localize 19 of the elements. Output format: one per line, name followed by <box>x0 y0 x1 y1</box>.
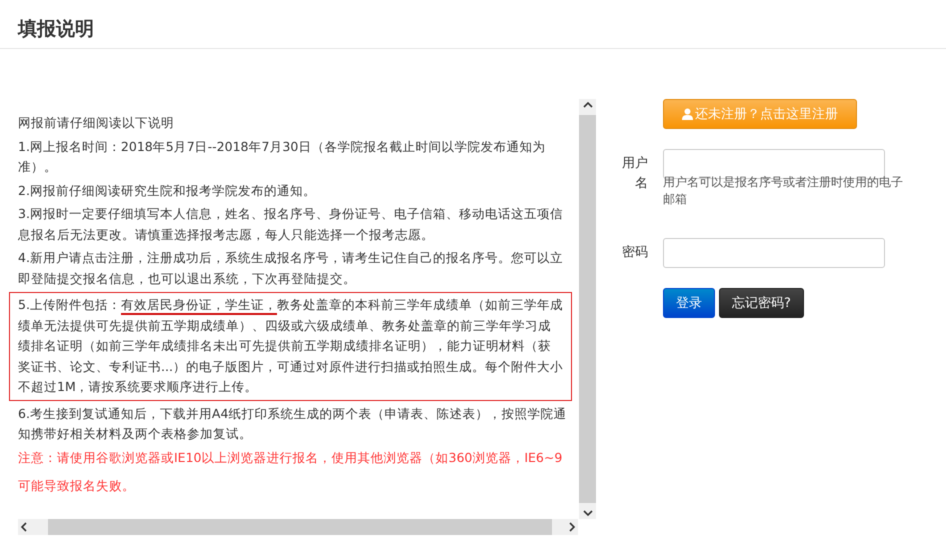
page-title: 填报说明 <box>0 0 946 49</box>
instruction-text: 2.网报前仔细阅读研究生院和报考学院发布的通知。 <box>18 182 317 200</box>
username-help-text: 用户名可以是报名序号或者注册时使用的电子邮箱 <box>663 174 904 208</box>
instruction-text: 4.新用户请点击注册，注册成功后，系统生成报名序号，请考生记住自己的报名序号。您可以立即登陆提交报名信息，也可以退出系统，下次再登陆提交。 <box>18 249 564 288</box>
user-icon <box>682 108 693 120</box>
warning-text: 可能导致报名失败。 <box>18 477 136 495</box>
instruction-text: 5.上传附件包括：有效居民身份证，学生证，教务处盖章的本科前三学年成绩单（如前三学年成绩单无法提供可先提供前五学期成绩单）、四级或六级成绩单、教务处盖章的前三学年学习成绩排名证明（如前三学年成绩排名未出可先提供前五学期成绩排名证明），能力证明材料（获奖证书、论文、专利证书...）的电子版图片，可通过对原件进行扫描或拍照生成。每个附件大小不超过1M，请按系统要求顺序进行上传。 <box>9 292 572 400</box>
instruction-text: 6.考生接到复试通知后，下载并用A4纸打印系统生成的两个表（申请表、陈述表），按照学院通知携带好相关材料及两个表格参加复试。 <box>18 404 568 443</box>
instruction-text: 3.网报时一定要仔细填写本人信息，姓名、报名序号、身份证号、电子信箱、移动电话这五项信息报名后无法更改。请慎重选择报考志愿，每人只能选择一个报考志愿。 <box>18 205 564 244</box>
warning-text: 注意：请使用谷歌浏览器或IE10以上浏览器进行报名，使用其他浏览器（如360浏览器，IE6~9 <box>18 448 564 466</box>
password-field[interactable] <box>663 238 885 268</box>
horizontal-scrollbar[interactable] <box>18 519 578 535</box>
vertical-scrollbar[interactable] <box>579 99 596 519</box>
instruction-text: 1.网上报名时间：2018年5月7日--2018年7月30日（各学院报名截止时间以学院发布通知为准）。 <box>18 138 546 176</box>
intro-text: 网报前请仔细阅读以下说明 <box>18 114 175 132</box>
forgot-password-button[interactable]: 忘记密码? <box>719 288 804 318</box>
password-label: 密码 <box>621 244 648 262</box>
username-label: 用户名 <box>621 155 648 193</box>
login-button[interactable]: 登录 <box>663 288 715 318</box>
